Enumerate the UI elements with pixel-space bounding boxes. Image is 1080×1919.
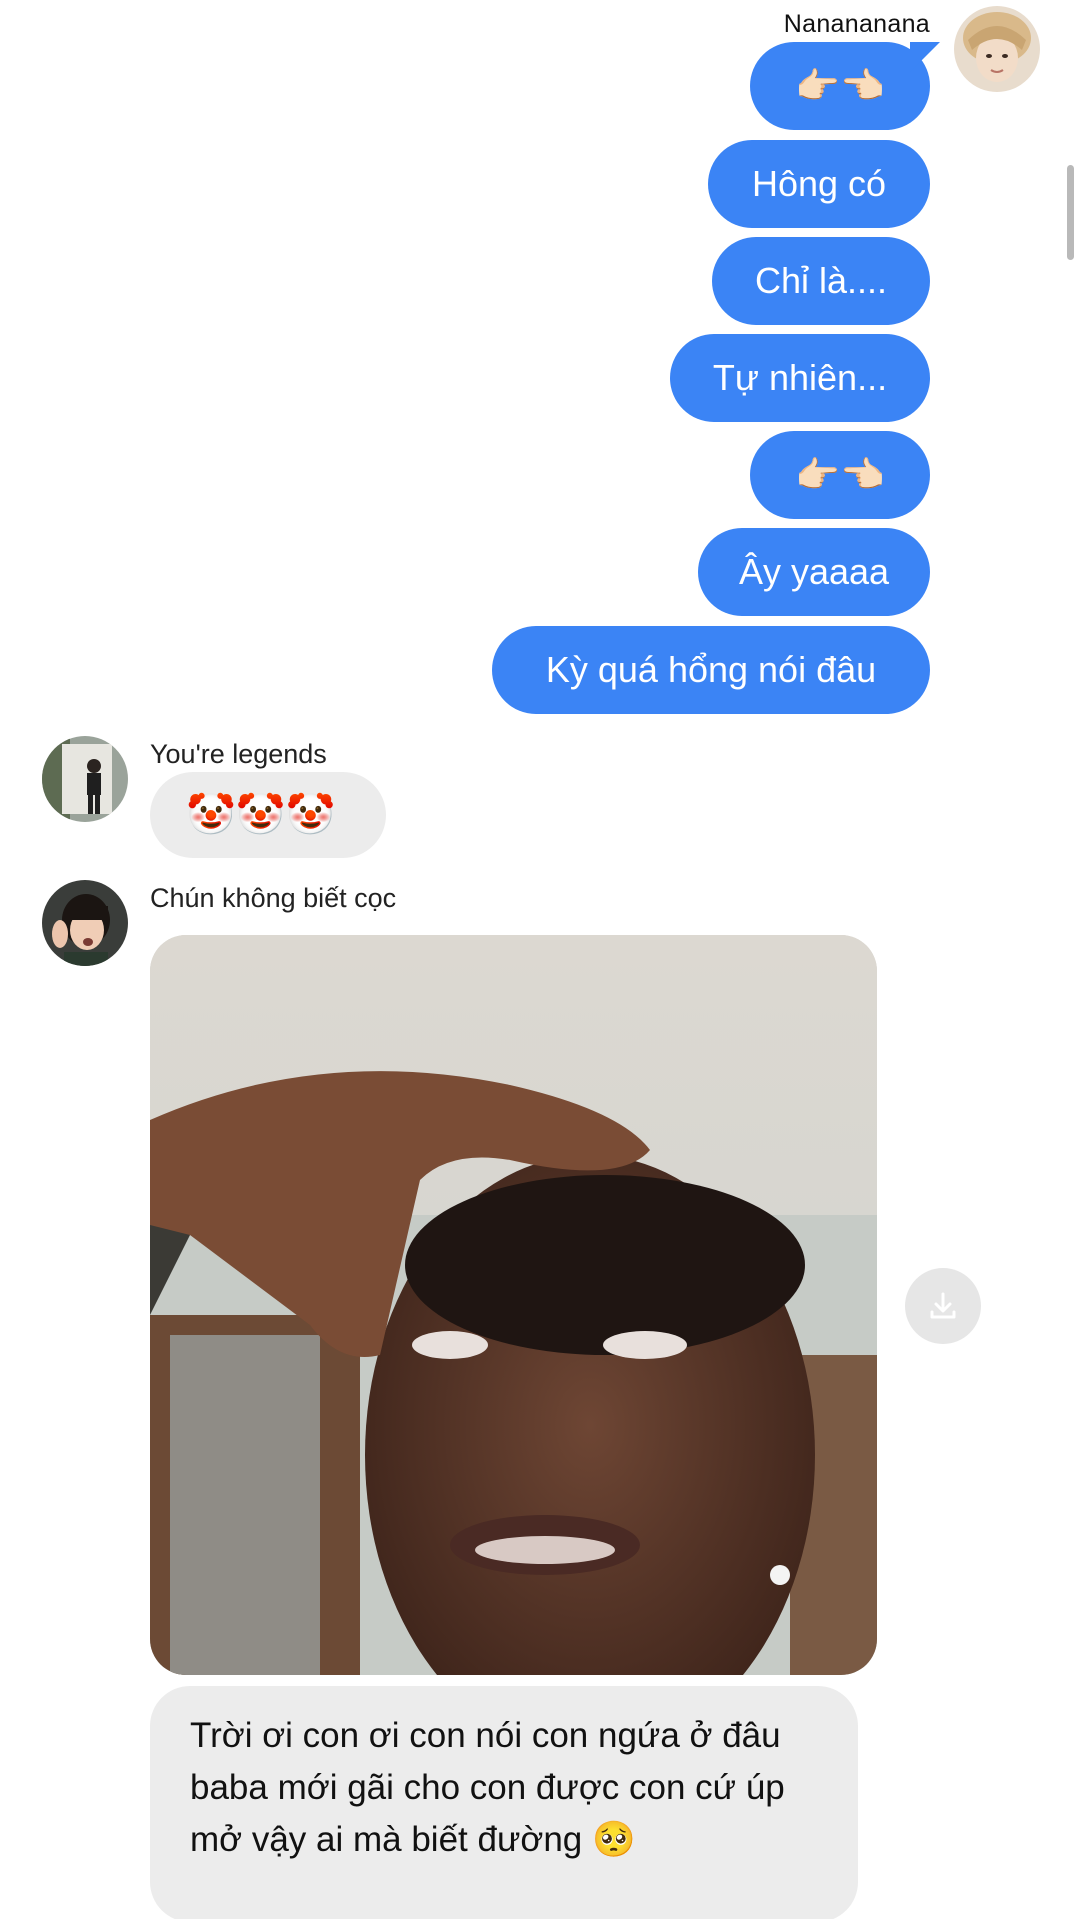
outgoing-message-6[interactable]: Ây yaaaa <box>698 528 930 616</box>
outgoing-message-1[interactable]: 👉🏻👈🏻 <box>750 42 930 130</box>
download-button[interactable] <box>905 1268 981 1344</box>
scrollbar[interactable] <box>1067 165 1074 260</box>
outgoing-avatar[interactable] <box>954 6 1040 92</box>
outgoing-message-7[interactable]: Kỳ quá hổng nói đâu <box>492 626 930 714</box>
meme-photo[interactable] <box>150 935 877 1675</box>
incoming-avatar-1[interactable] <box>42 736 128 822</box>
incoming-avatar-2[interactable] <box>42 880 128 966</box>
incoming-message-2[interactable]: Trời ơi con ơi con nói con ngứa ở đâu ba… <box>150 1686 858 1919</box>
outgoing-message-5[interactable]: 👉🏻👈🏻 <box>750 431 930 519</box>
chat-screen: Nanananana 👉🏻👈🏻 Hông có Chỉ là.... Tự nh… <box>0 0 1080 1919</box>
incoming-message-1[interactable]: 🤡🤡🤡 <box>150 772 386 858</box>
outgoing-message-3[interactable]: Chỉ là.... <box>712 237 930 325</box>
outgoing-message-2[interactable]: Hông có <box>708 140 930 228</box>
incoming-sender-name-2: Chún không biết cọc <box>150 883 397 913</box>
outgoing-sender-name: Nanananana <box>783 10 930 38</box>
outgoing-message-4[interactable]: Tự nhiên... <box>670 334 930 422</box>
download-icon <box>930 1292 956 1319</box>
incoming-sender-name-1: You're legends <box>150 739 327 769</box>
